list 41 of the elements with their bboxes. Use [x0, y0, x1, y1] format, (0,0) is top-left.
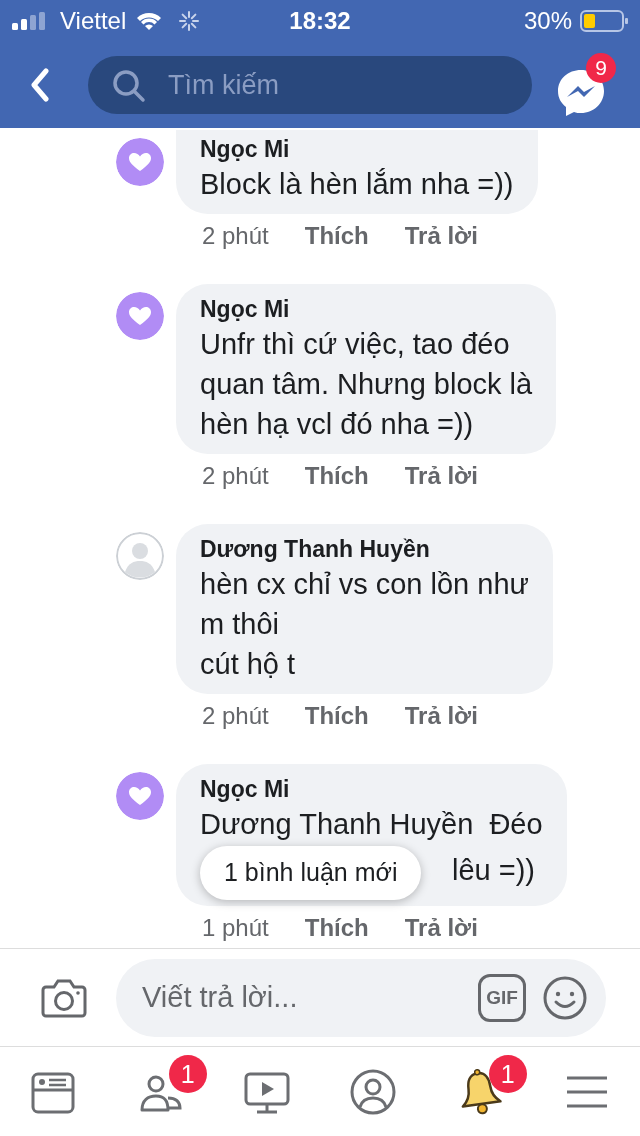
comment-text: Block là hèn lắm nha =)) — [200, 167, 514, 202]
search-icon — [112, 69, 146, 103]
comment-text: Dương Thanh Huyền Đéo — [200, 807, 543, 842]
comment-author[interactable]: Ngọc Mi — [200, 294, 533, 324]
comment-text: Unfr thì cứ việc, tao đéo quan tâm. Nhưng block là hèn hạ vcl đó nha =)) — [200, 327, 533, 442]
notification-badge: 1 — [488, 1055, 527, 1093]
comment-author[interactable]: Ngọc Mi — [200, 774, 543, 804]
comment-time: 2 phút — [202, 221, 269, 251]
notification-badge: 1 — [168, 1055, 207, 1093]
comment-time: 2 phút — [202, 701, 269, 731]
battery-icon — [580, 10, 628, 32]
comment-time: 2 phút — [202, 461, 269, 491]
comment-text: lêu =)) — [452, 853, 536, 888]
smiley-icon — [542, 974, 588, 1021]
messenger-button[interactable]: 9 — [556, 53, 616, 117]
carrier-name: Viettel — [60, 6, 127, 36]
like-link[interactable]: Thích — [304, 698, 369, 734]
new-comments-button[interactable]: 1 bình luận mới — [200, 846, 422, 900]
back-icon — [30, 68, 50, 102]
search-field[interactable]: Tìm kiếm — [88, 56, 532, 114]
reply-link[interactable]: Trả lời — [404, 218, 478, 254]
avatar-icon — [116, 532, 164, 580]
activity-spinner-icon — [178, 10, 201, 32]
back-button[interactable] — [30, 68, 50, 102]
like-link[interactable]: Thích — [304, 910, 369, 946]
reply-link[interactable]: Trả lời — [404, 910, 478, 946]
gif-button[interactable]: GIF — [478, 973, 526, 1022]
reply-link[interactable]: Trả lời — [404, 458, 478, 494]
battery-percent: 30% — [523, 6, 572, 36]
profile-icon — [349, 1067, 398, 1116]
reply-link[interactable]: Trả lời — [404, 698, 478, 734]
comment-author[interactable]: Ngọc Mi — [200, 134, 514, 164]
clock-time: 18:32 — [289, 6, 351, 36]
like-link[interactable]: Thích — [304, 218, 369, 254]
reply-field[interactable]: Viết trả lời... GIF — [116, 958, 606, 1037]
emoji-button[interactable] — [542, 974, 588, 1021]
comment-time: 1 phút — [202, 913, 269, 943]
notification-badge: 9 — [586, 53, 616, 83]
comment-text: hèn cx chỉ vs con lồn như m thôi cút hộ t — [200, 567, 529, 682]
like-link[interactable]: Thích — [304, 458, 369, 494]
comment-author[interactable]: Dương Thanh Huyền — [200, 534, 529, 564]
